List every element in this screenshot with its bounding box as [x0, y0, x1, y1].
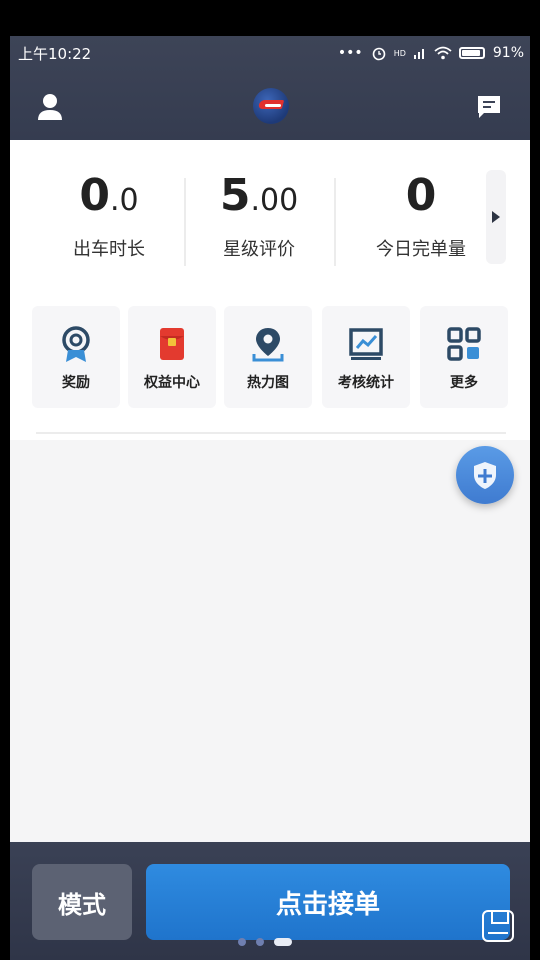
page-dot	[238, 938, 246, 946]
stat-label: 今日完单量	[376, 239, 466, 260]
user-icon[interactable]	[36, 92, 64, 122]
tool-heatmap[interactable]: 热力图	[224, 306, 312, 408]
save-icon[interactable]	[482, 910, 514, 942]
page-dot	[256, 938, 264, 946]
tool-label: 考核统计	[338, 375, 394, 391]
notification-dots: •••	[337, 45, 363, 61]
chevron-right-icon	[492, 211, 500, 223]
accept-order-button[interactable]: 点击接单	[146, 864, 510, 940]
stats-more-button[interactable]	[486, 170, 506, 264]
tool-label: 奖励	[62, 375, 90, 391]
hd-badge: HD	[393, 48, 406, 58]
tool-reward[interactable]: 奖励	[32, 306, 120, 408]
stat-value-main: 0	[405, 170, 437, 221]
app-screen: 上午10:22 ••• HD 91% 0.0 出车时长 5.00 星级评价 0 …	[10, 36, 530, 960]
tools-row: 奖励 权益中心 热力图 考核统计 更多	[10, 290, 530, 440]
tool-label: 热力图	[247, 375, 289, 391]
tool-label: 更多	[450, 375, 478, 391]
stat-label: 出车时长	[73, 239, 145, 260]
stats-card: 0.0 出车时长 5.00 星级评价 0 今日完单量	[10, 140, 530, 290]
stat-value-main: 5	[219, 170, 251, 221]
bottom-bar: 模式 点击接单	[10, 842, 530, 960]
stat-value-decimal: .00	[250, 183, 299, 218]
battery-icon	[458, 47, 485, 59]
stat-value-decimal: .0	[110, 183, 139, 218]
nav-row	[10, 80, 530, 136]
message-icon[interactable]	[476, 94, 502, 120]
stat-value: 5.00	[184, 170, 334, 227]
main-content-area	[10, 440, 530, 840]
alarm-icon	[372, 47, 385, 61]
section-divider	[36, 432, 506, 434]
status-time: 上午10:22	[18, 44, 92, 63]
stat-value: 0.0	[34, 170, 184, 227]
tool-label: 权益中心	[144, 375, 200, 391]
tool-benefits-center[interactable]: 权益中心	[128, 306, 216, 408]
status-bar: 上午10:22 ••• HD 91%	[10, 36, 530, 70]
grid-icon	[447, 327, 481, 361]
stat-driving-time[interactable]: 0.0 出车时长	[34, 170, 184, 261]
stat-divider	[334, 178, 336, 266]
top-header: 上午10:22 ••• HD 91%	[10, 36, 530, 140]
shield-plus-icon	[474, 462, 496, 489]
stat-orders-today[interactable]: 0 今日完单量	[346, 170, 496, 261]
stat-value-main: 0	[79, 170, 110, 221]
stat-label: 星级评价	[223, 239, 295, 260]
signal-icon	[413, 49, 424, 59]
status-icons: ••• HD 91%	[338, 45, 524, 61]
tool-more[interactable]: 更多	[420, 306, 508, 408]
stat-star-rating[interactable]: 5.00 星级评价	[184, 170, 334, 261]
chart-icon	[349, 328, 383, 360]
award-icon	[62, 326, 90, 362]
red-envelope-icon	[160, 328, 184, 360]
safety-shield-button[interactable]	[456, 446, 514, 504]
page-indicator	[238, 938, 292, 946]
location-pin-icon	[252, 328, 284, 362]
mode-button[interactable]: 模式	[32, 864, 132, 940]
app-logo	[253, 88, 289, 124]
battery-percent: 91%	[492, 45, 524, 61]
stat-value: 0	[346, 170, 496, 227]
tool-assessment-stats[interactable]: 考核统计	[322, 306, 410, 408]
page-dot-active	[274, 938, 292, 946]
wifi-icon	[434, 46, 452, 60]
